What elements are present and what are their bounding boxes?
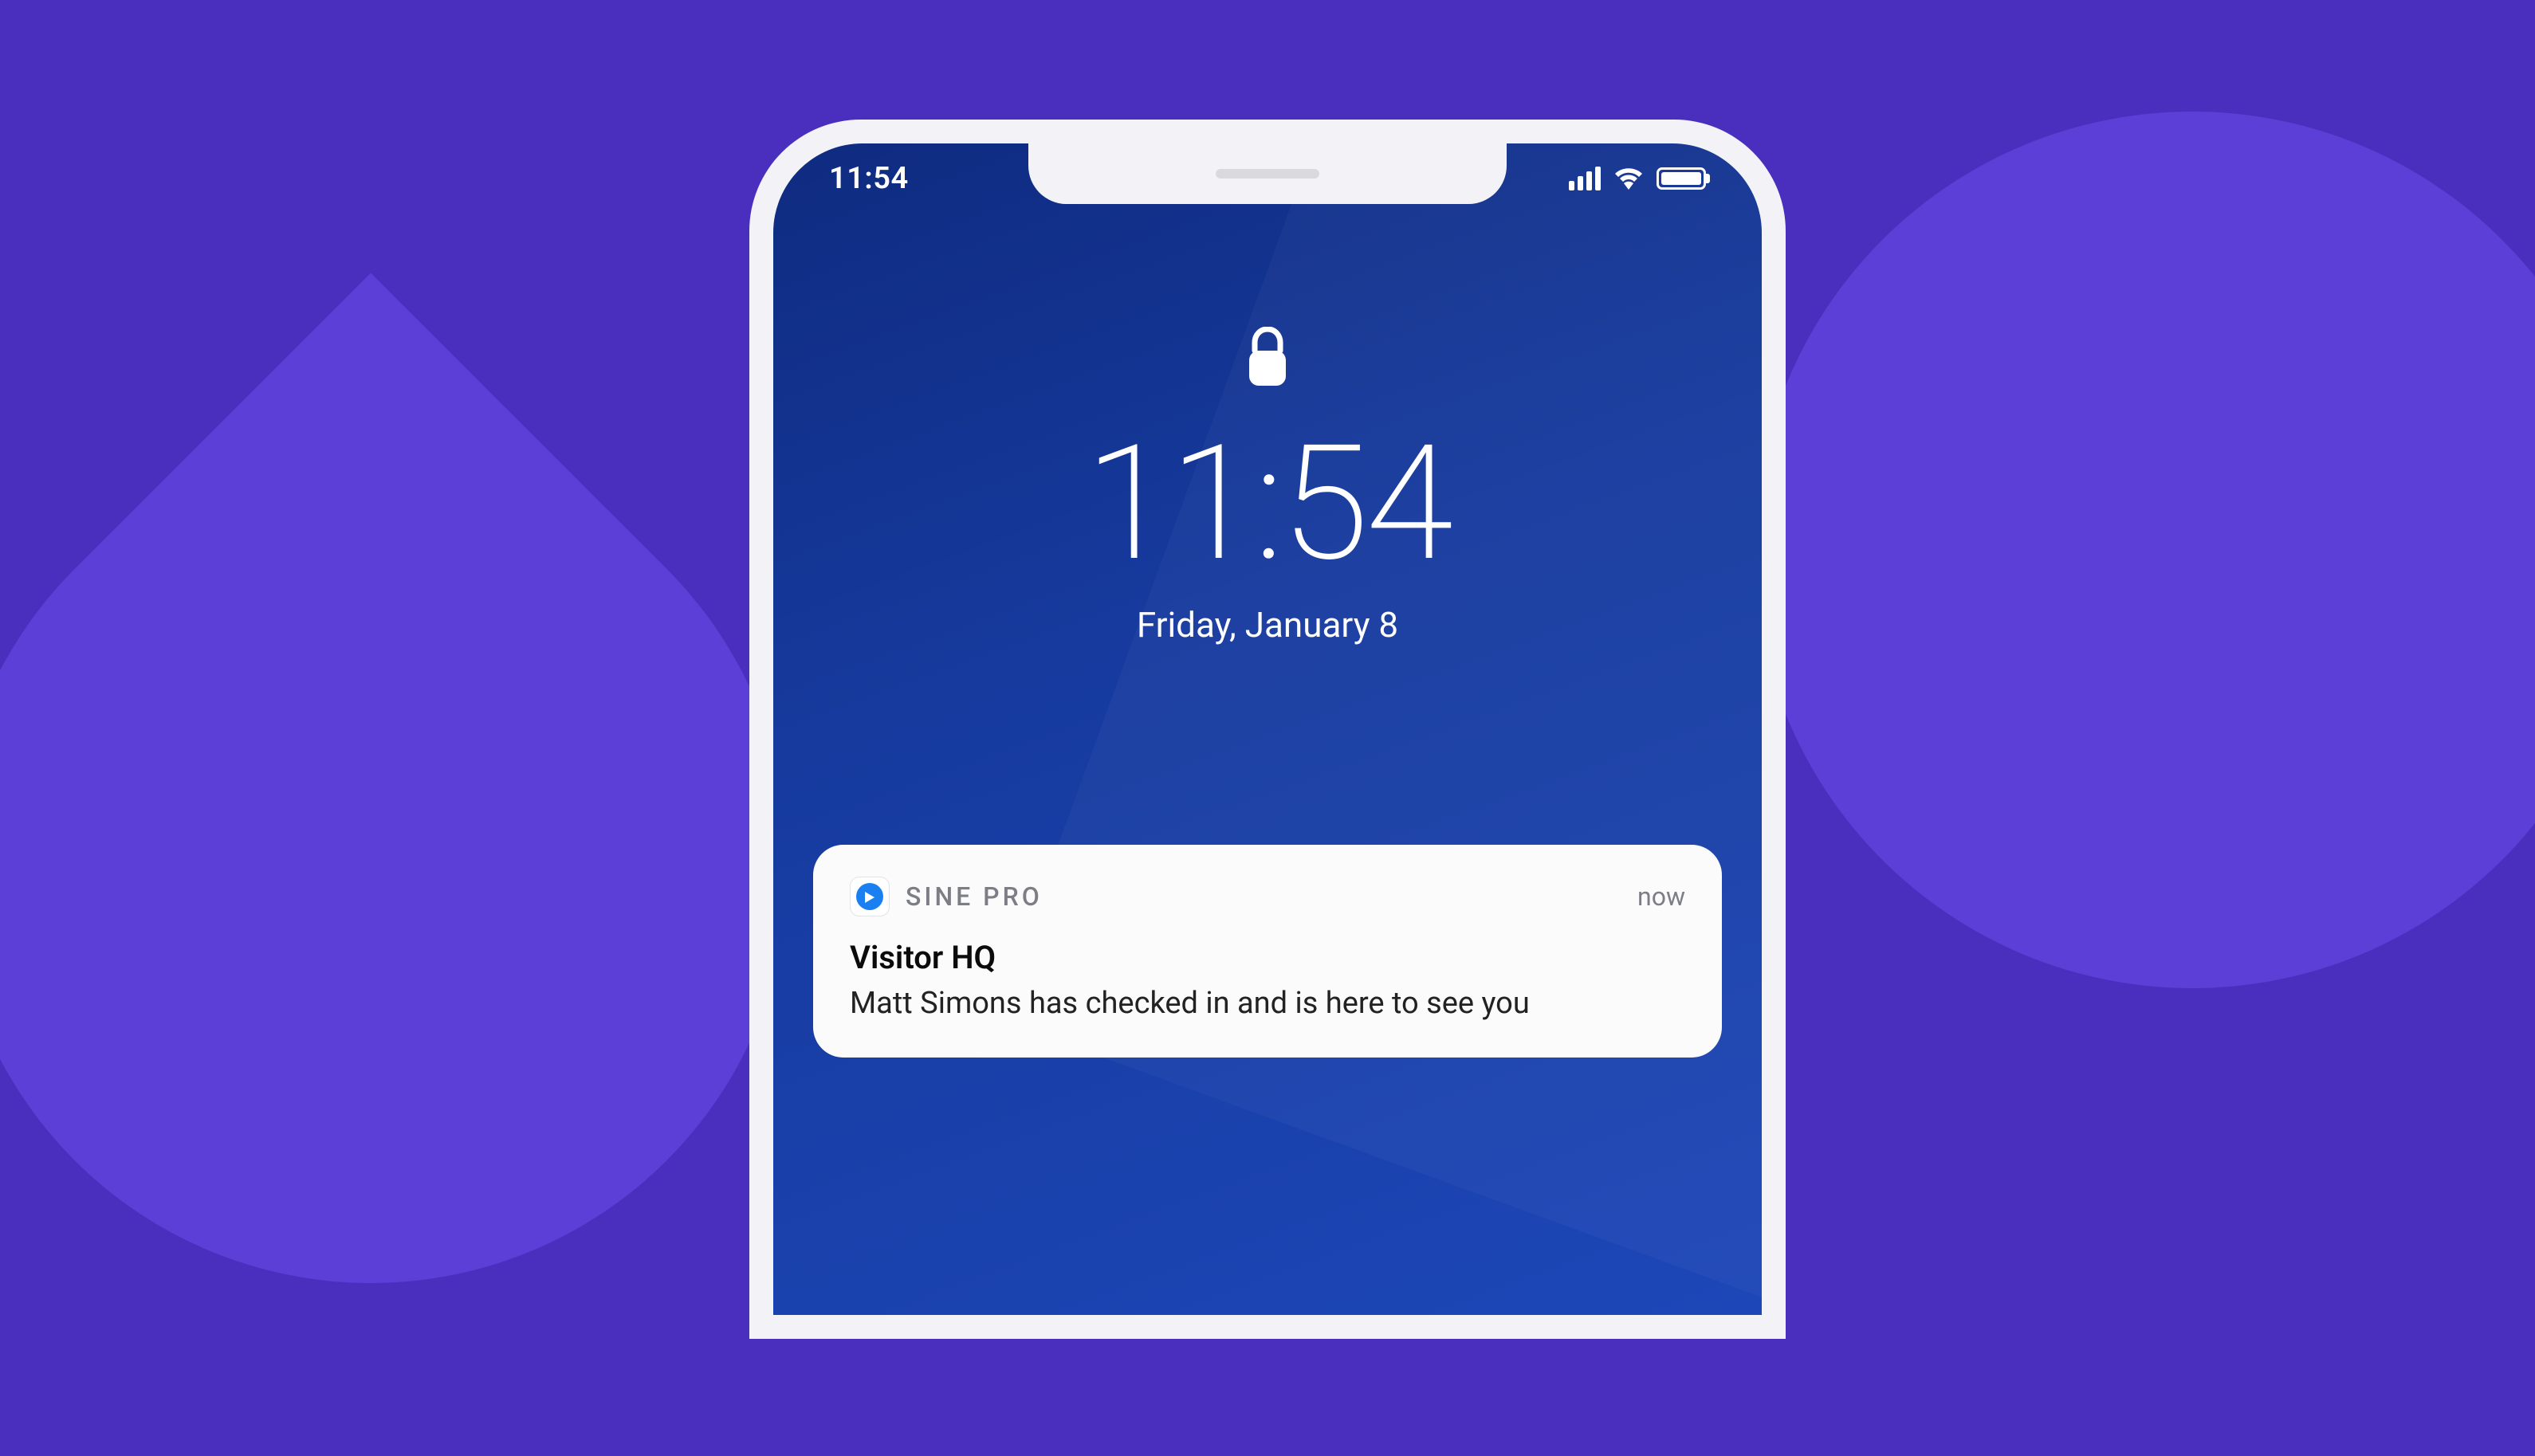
- arrow-circle-icon: [856, 883, 883, 910]
- notification-title: Visitor HQ: [850, 939, 1685, 976]
- wifi-icon: [1613, 167, 1644, 190]
- notification-app-name: SINE PRO: [906, 881, 1043, 912]
- notification-body: Matt Simons has checked in and is here t…: [850, 986, 1685, 1021]
- battery-icon: [1657, 167, 1706, 190]
- notification-card[interactable]: SINE PRO now Visitor HQ Matt Simons has …: [813, 845, 1722, 1058]
- lock-screen-time: 11:54: [1085, 424, 1450, 583]
- app-icon: [850, 877, 890, 916]
- status-bar: 11:54: [773, 143, 1762, 214]
- status-time: 11:54: [829, 161, 909, 196]
- lock-screen-center: 11:54 Friday, January 8: [773, 327, 1762, 646]
- bg-shape-circle: [1754, 112, 2535, 988]
- phone-screen: 11:54: [773, 143, 1762, 1315]
- screen-gradient-accent: [995, 143, 1762, 1315]
- status-indicators: [1569, 167, 1706, 190]
- lock-screen-date: Friday, January 8: [1137, 604, 1398, 646]
- notification-timestamp: now: [1637, 881, 1685, 912]
- cellular-signal-icon: [1569, 167, 1601, 190]
- lock-icon: [1245, 327, 1290, 392]
- phone-frame: 11:54: [749, 120, 1786, 1339]
- notification-header: SINE PRO now: [850, 877, 1685, 916]
